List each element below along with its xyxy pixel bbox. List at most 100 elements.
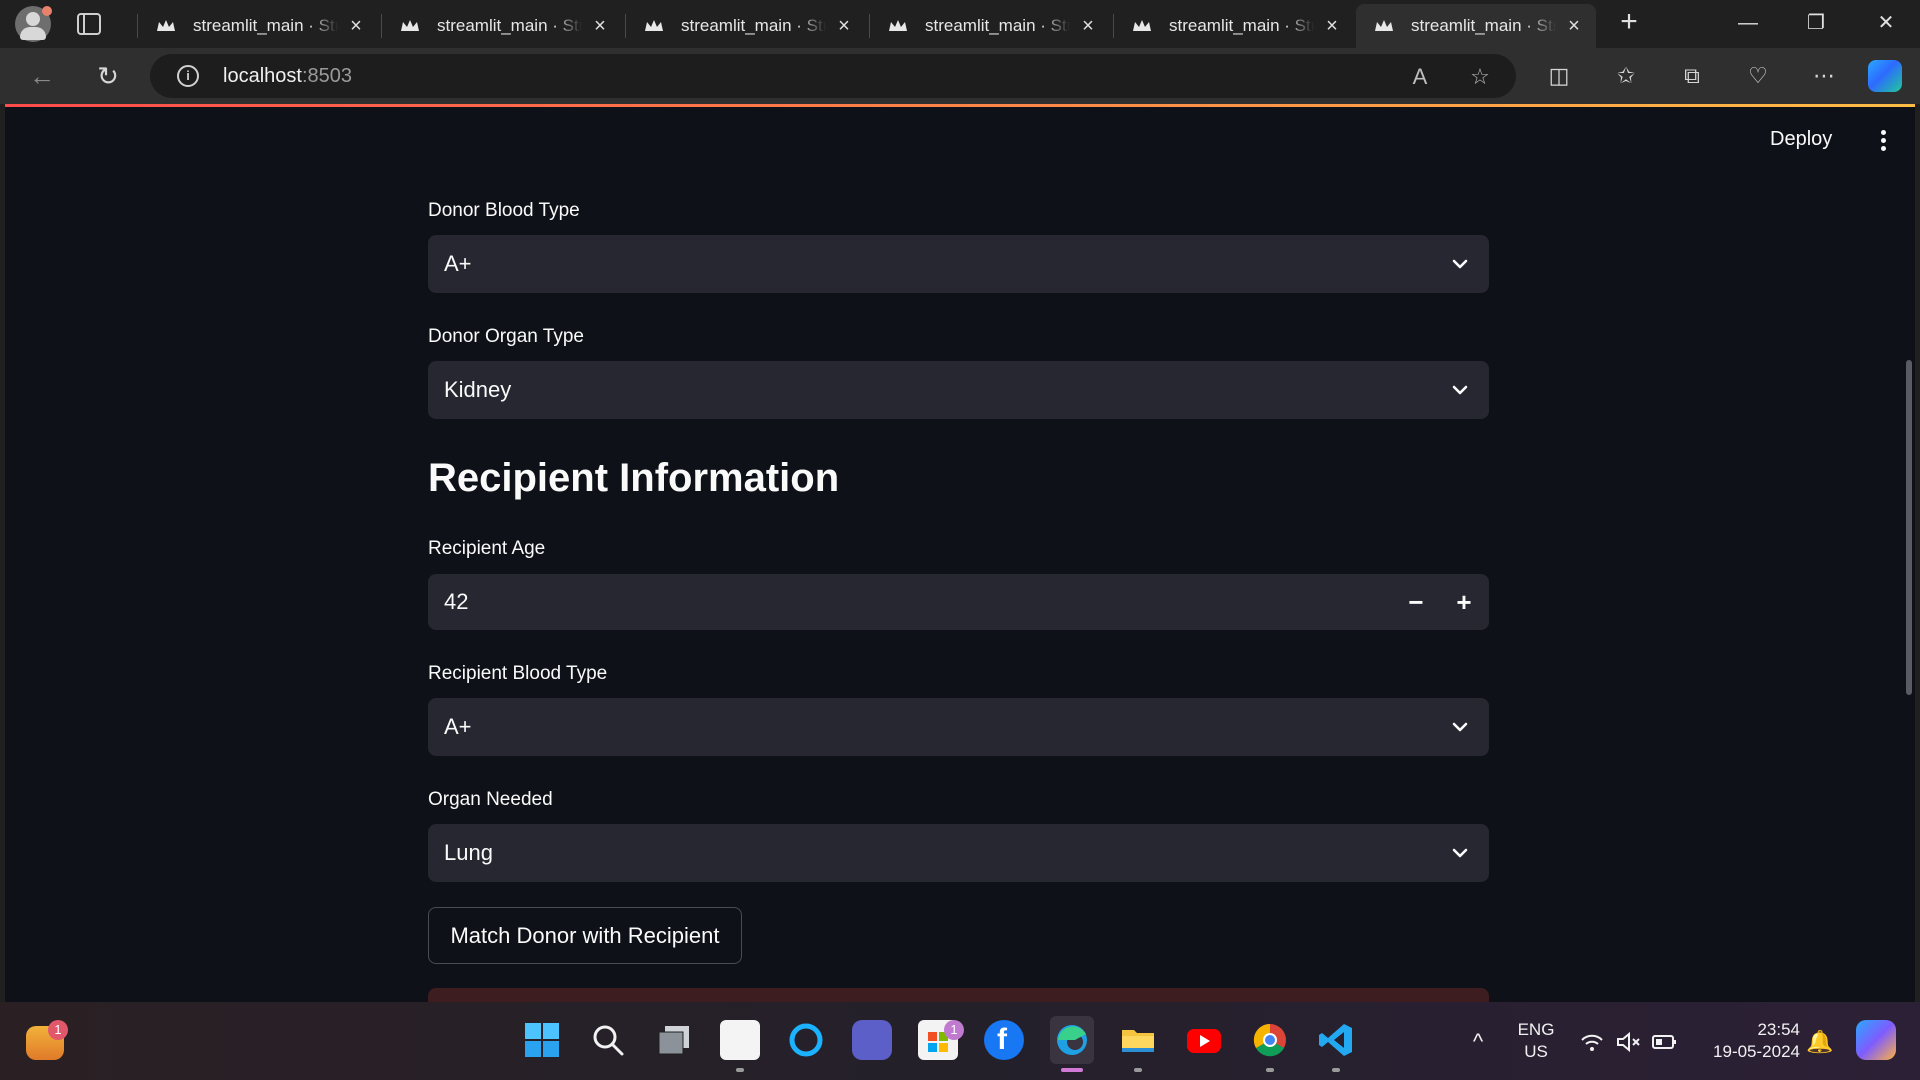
tab-close-icon[interactable]: × [834,16,854,36]
main-menu-icon[interactable] [1873,128,1893,154]
streamlit-app: Deploy Donor Blood Type A+ Donor Organ T… [5,104,1915,1002]
decrement-button[interactable]: − [1396,582,1436,622]
collections-icon[interactable]: ⧉ [1677,61,1707,91]
restore-button[interactable]: ❐ [1796,8,1836,38]
favorite-star-icon[interactable]: ☆ [1467,64,1493,90]
teams-icon[interactable] [852,1020,892,1060]
streamlit-crown-icon [157,20,175,31]
browser-tab[interactable]: streamlit_main · Streamlit × [869,4,1110,48]
cortana-icon[interactable] [786,1020,826,1060]
copilot-icon[interactable] [1868,60,1902,92]
menu-dot [1881,138,1886,143]
chrome-logo [1253,1023,1286,1057]
browser-tab[interactable]: streamlit_main · Streamlit × [381,4,622,48]
donor-organ-type-label: Donor Organ Type [428,326,584,347]
file-explorer-icon[interactable] [1118,1020,1158,1060]
chevron-down-icon [1452,385,1468,395]
language-indicator[interactable]: ENG US [1508,1019,1564,1063]
profile-notification-dot [42,6,52,16]
recipient-age-number-input[interactable]: 42 − + [428,574,1489,630]
battery-icon[interactable] [1650,1028,1678,1056]
minimize-button[interactable]: — [1728,8,1768,38]
tab-close-icon[interactable]: × [1078,16,1098,36]
streamlit-crown-icon [1375,20,1393,31]
windows-logo-icon [525,1023,559,1057]
tab-close-icon[interactable]: × [1322,16,1342,36]
tray-overflow-chevron-icon[interactable]: ^ [1464,1028,1492,1056]
youtube-logo [1187,1029,1221,1053]
clock-date: 19-05-2024 [1713,1042,1800,1061]
more-icon[interactable]: ⋯ [1809,61,1839,91]
chevron-down-icon [1452,259,1468,269]
tab-actions-icon[interactable] [77,13,101,35]
url-text[interactable]: localhost:8503 [223,65,352,88]
donor-organ-type-select[interactable]: Kidney [428,361,1489,419]
split-screen-icon[interactable]: ◫ [1544,61,1574,91]
task-view-glyph [658,1026,689,1055]
recipient-blood-type-label: Recipient Blood Type [428,663,608,684]
refresh-icon[interactable]: ↻ [92,60,124,92]
url-host: localhost [223,65,302,87]
recipient-section-heading: Recipient Information [428,456,840,500]
profile-avatar[interactable] [15,6,52,42]
running-indicator [1332,1068,1340,1072]
new-tab-button[interactable]: + [1614,7,1644,38]
copilot-taskbar-icon[interactable] [1856,1020,1896,1060]
language-code: ENG [1517,1020,1555,1039]
match-donor-button[interactable]: Match Donor with Recipient [428,907,742,964]
number-value[interactable]: 42 [444,589,468,615]
start-icon[interactable] [522,1020,562,1060]
unstop-icon[interactable] [720,1020,760,1060]
task-view-icon[interactable] [654,1020,694,1060]
browser-tab[interactable]: streamlit_main · Streamlit × [1113,4,1354,48]
donor-blood-type-select[interactable]: A+ [428,235,1489,293]
search-icon[interactable] [588,1020,628,1060]
tab-separator [625,14,626,38]
youtube-icon[interactable] [1184,1020,1224,1060]
tab-close-icon[interactable]: × [1564,16,1584,36]
facebook-icon[interactable]: f [984,1020,1024,1060]
browser-tab[interactable]: streamlit_main · Streamlit × [137,4,378,48]
browser-toolbar: ← ↻ i localhost:8503 A ☆ ◫ ✩ ⧉ ♡ ⋯ [0,48,1920,104]
browser-tab-active[interactable]: streamlit_main · Streamlit × [1356,4,1596,48]
select-value: Lung [444,840,493,865]
site-info-icon[interactable]: i [177,65,199,87]
notifications-icon[interactable]: 🔔 [1806,1028,1834,1056]
chrome-icon[interactable] [1250,1020,1290,1060]
browser-tab[interactable]: streamlit_main · Streamlit × [625,4,866,48]
favorites-icon[interactable]: ✩ [1611,61,1641,91]
close-window-button[interactable]: ✕ [1866,8,1906,38]
volume-muted-icon[interactable] [1614,1028,1642,1056]
speaker-glyph [1617,1031,1640,1053]
wifi-icon[interactable] [1578,1028,1606,1056]
running-indicator [1266,1068,1274,1072]
tab-separator [1113,14,1114,38]
deploy-button[interactable]: Deploy [1770,128,1832,151]
tab-close-icon[interactable]: × [346,16,366,36]
url-port: :8503 [301,65,352,87]
screen: streamlit_main · Streamlit × streamlit_m… [0,0,1920,1080]
notification-badge: 1 [944,1020,964,1040]
recipient-blood-type-select[interactable]: A+ [428,698,1489,756]
cortana-ring [789,1023,823,1057]
tab-title: streamlit_main · Streamlit [1411,16,1556,35]
address-bar[interactable]: i localhost:8503 A ☆ [150,54,1516,98]
menu-dot [1881,146,1886,151]
back-icon[interactable]: ← [26,60,58,92]
scrollbar-thumb[interactable] [1906,360,1912,695]
windows-taskbar: 1 1 f ^ ENG US 23:54 19-05-2024 🔔 [0,1002,1920,1080]
streamlit-crown-icon [645,20,663,31]
magnifier-icon [593,1025,624,1056]
result-alert-box [428,988,1489,1002]
increment-button[interactable]: + [1444,582,1484,622]
read-aloud-icon[interactable]: A [1407,64,1433,90]
tab-close-icon[interactable]: × [590,16,610,36]
notification-badge: 1 [48,1020,68,1040]
organ-needed-select[interactable]: Lung [428,824,1489,882]
running-indicator [736,1068,744,1072]
vscode-icon[interactable] [1316,1020,1356,1060]
clock[interactable]: 23:54 19-05-2024 [1694,1019,1800,1063]
edge-icon[interactable] [1050,1016,1094,1064]
clock-time: 23:54 [1757,1020,1800,1039]
browser-essentials-icon[interactable]: ♡ [1743,61,1773,91]
